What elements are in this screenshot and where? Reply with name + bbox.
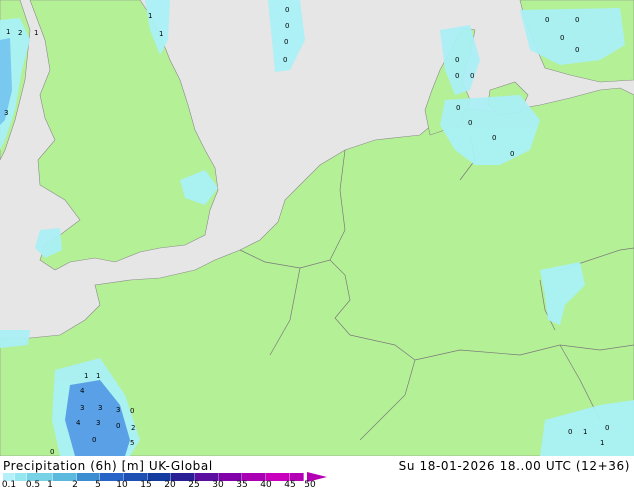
legend-tick-label: 1 [47,480,53,490]
map-label: 0 [605,424,609,432]
map-label: 1 [84,372,88,380]
map-label: 0 [455,56,459,64]
legend-tick-label: 40 [260,480,272,490]
map-label: 0 [285,22,289,30]
valid-time: Su 18-01-2026 18..00 UTC (12+36) [398,459,630,473]
map-label: 3 [116,406,120,414]
map-label: 1 [159,30,163,38]
color-legend: 0.1 0.5 1 2 5 10 15 20 25 30 35 40 45 50 [0,471,330,490]
map-label: 0 [492,134,496,142]
legend-tick-label: 30 [212,480,224,490]
legend-ticks: 0.1 0.5 1 2 5 10 15 20 25 30 35 40 45 50 [0,481,330,490]
map-label: 1 [34,29,38,37]
map-label: 1 [600,439,604,447]
legend-tick-label: 20 [164,480,176,490]
map-label: 2 [18,29,22,37]
map-label: 0 [575,16,579,24]
map-label: 0 [470,72,474,80]
legend-tick-label: 35 [236,480,248,490]
legend-tick-label: 45 [284,480,296,490]
map-label: 0 [568,428,572,436]
map-label: 2 [131,424,135,432]
legend-tick-label: 50 [304,480,316,490]
map-label: 3 [80,404,84,412]
legend-tick-label: 5 [95,480,101,490]
map-label: 0 [575,46,579,54]
map-label: 3 [98,404,102,412]
legend-tick-label: 25 [188,480,200,490]
legend-tick-label: 0.5 [25,480,41,490]
map-label: 1 [148,12,152,20]
legend-tick-label: 15 [140,480,152,490]
map-label: 1 [6,28,10,36]
map-label: 0 [92,436,96,444]
map-label: 0 [285,6,289,14]
legend-tick-label: 10 [116,480,128,490]
legend-tick-label: 2 [72,480,78,490]
map-label: 4 [80,387,85,395]
map-label: 0 [510,150,514,158]
precipitation-map: 1 2 1 1 1 3 0 0 0 0 0 0 0 0 0 0 0 0 0 0 … [0,0,634,490]
map-label: 0 [283,56,287,64]
map-label: 0 [560,34,564,42]
map-label: 0 [455,72,459,80]
map-label: 0 [284,38,288,46]
map-label: 0 [456,104,460,112]
map-label: 0 [545,16,549,24]
map-label: 0 [468,119,472,127]
map-label: 1 [96,372,100,380]
map-label: 4 [76,419,81,427]
legend-tick-label: 0.1 [1,480,17,490]
map-label: 3 [96,419,100,427]
map-label: 5 [130,439,134,447]
map-label: 0 [130,407,134,415]
map-label: 0 [116,422,120,430]
map-label: 1 [583,428,587,436]
map-label: 3 [4,109,8,117]
map-label: 0 [50,448,54,456]
